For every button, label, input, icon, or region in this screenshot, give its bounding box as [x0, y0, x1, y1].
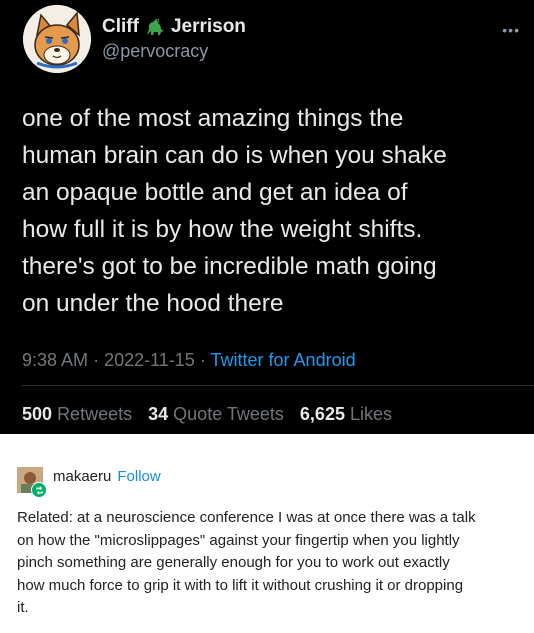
reblog-text-line: it. [17, 599, 29, 616]
likes-count: 6,625 [299, 404, 345, 424]
follow-button[interactable]: Follow [117, 468, 160, 485]
quote-tweets-label: Quote Tweets [173, 404, 284, 424]
divider [22, 385, 534, 386]
separator-dot: · [199, 350, 206, 370]
reblog-header: makaeru Follow [53, 468, 161, 485]
tweet-timestamp-row: 9:38 AM · 2022-11-15 · Twitter for Andro… [22, 350, 356, 371]
reblog-post: makaeru Follow Related: at a neuroscience… [0, 434, 534, 633]
likes-label: Likes [349, 404, 393, 424]
quote-tweets-count: 34 [148, 404, 169, 424]
profile-avatar[interactable] [23, 5, 91, 73]
retweets-label: Retweets [57, 404, 133, 424]
tweet-text-line: how full it is by how the weight shifts. [22, 216, 423, 243]
tweet-date[interactable]: 2022-11-15 [104, 350, 195, 370]
tweet-text-line: on under the hood there [22, 290, 284, 317]
dinosaur-icon [144, 17, 166, 37]
tweet-text-line: there's got to be incredible math going [22, 253, 437, 280]
user-handle[interactable]: @pervocracy [102, 41, 208, 62]
tweet-card: Cliff Jerrison @pervocracy ••• one of th… [0, 0, 534, 434]
retweets-count: 500 [22, 404, 53, 424]
reblog-text: Related: at a neuroscience conference I … [17, 507, 522, 620]
reblog-icon [31, 482, 47, 498]
display-name-last: Jerrison [170, 16, 246, 37]
tweet-text-line: one of the most amazing things the [22, 105, 404, 132]
display-name[interactable]: Cliff Jerrison [102, 16, 246, 38]
retweets-stat[interactable]: 500 Retweets [22, 404, 132, 424]
tweet-text: one of the most amazing things the human… [22, 100, 522, 322]
tweet-time[interactable]: 9:38 AM [22, 350, 88, 370]
separator-dot: · [93, 350, 100, 370]
likes-stat[interactable]: 6,625 Likes [300, 404, 392, 424]
tweet-text-line: human brain can do is when you shake [22, 142, 447, 169]
reblog-text-line: on how the "microslippages" against your… [17, 531, 460, 549]
reblog-username[interactable]: makaeru [53, 468, 111, 485]
more-options-icon[interactable]: ••• [502, 22, 520, 38]
reblog-text-line: Related: at a neuroscience conference I … [17, 509, 476, 526]
tweet-text-line: an opaque bottle and get an idea of [22, 179, 408, 206]
fox-avatar-illustration [23, 5, 91, 73]
reblog-text-line: how much force to grip it with to lift i… [17, 576, 464, 594]
quote-tweets-stat[interactable]: 34 Quote Tweets [148, 404, 284, 424]
display-name-first: Cliff [102, 16, 139, 37]
reblog-text-line: pinch something are generally enough for… [17, 554, 450, 571]
tweet-stats: 500 Retweets 34 Quote Tweets 6,625 Likes [22, 404, 403, 425]
tweet-source-link[interactable]: Twitter for Android [211, 350, 356, 370]
